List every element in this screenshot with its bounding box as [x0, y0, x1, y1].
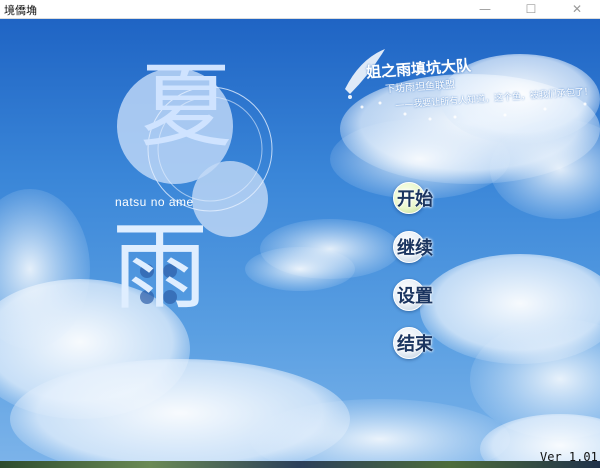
taskbar-strip	[0, 461, 600, 468]
exit-label: 结束	[397, 334, 433, 355]
logo-char-xia: 夏	[140, 53, 233, 160]
title-bar[interactable]: 境僑埆 — ☐ ✕	[0, 0, 600, 19]
minimize-button[interactable]: —	[462, 0, 508, 19]
continue-button[interactable]: 继续	[393, 228, 449, 264]
maximize-button[interactable]: ☐	[508, 0, 554, 19]
exit-button[interactable]: 结束	[393, 324, 449, 360]
start-button[interactable]: 开始	[393, 179, 449, 215]
close-button[interactable]: ✕	[554, 0, 600, 19]
settings-label: 设置	[397, 286, 433, 307]
logo-romaji: natsu no ame	[115, 195, 194, 209]
settings-button[interactable]: 设置	[393, 276, 449, 312]
game-window: 境僑埆 — ☐ ✕ 夏 雨 natsu no ame 姐之雨填坑大队 下坊雨坦鱼…	[0, 0, 600, 468]
cloud-background	[0, 49, 600, 468]
logo-char-yu: 雨	[112, 211, 208, 323]
start-label: 开始	[397, 189, 433, 210]
continue-label: 继续	[397, 238, 433, 259]
window-title: 境僑埆	[4, 4, 37, 17]
title-screen: 夏 雨 natsu no ame 姐之雨填坑大队 下坊雨坦鱼联盟 ——我要让所有…	[0, 19, 600, 468]
